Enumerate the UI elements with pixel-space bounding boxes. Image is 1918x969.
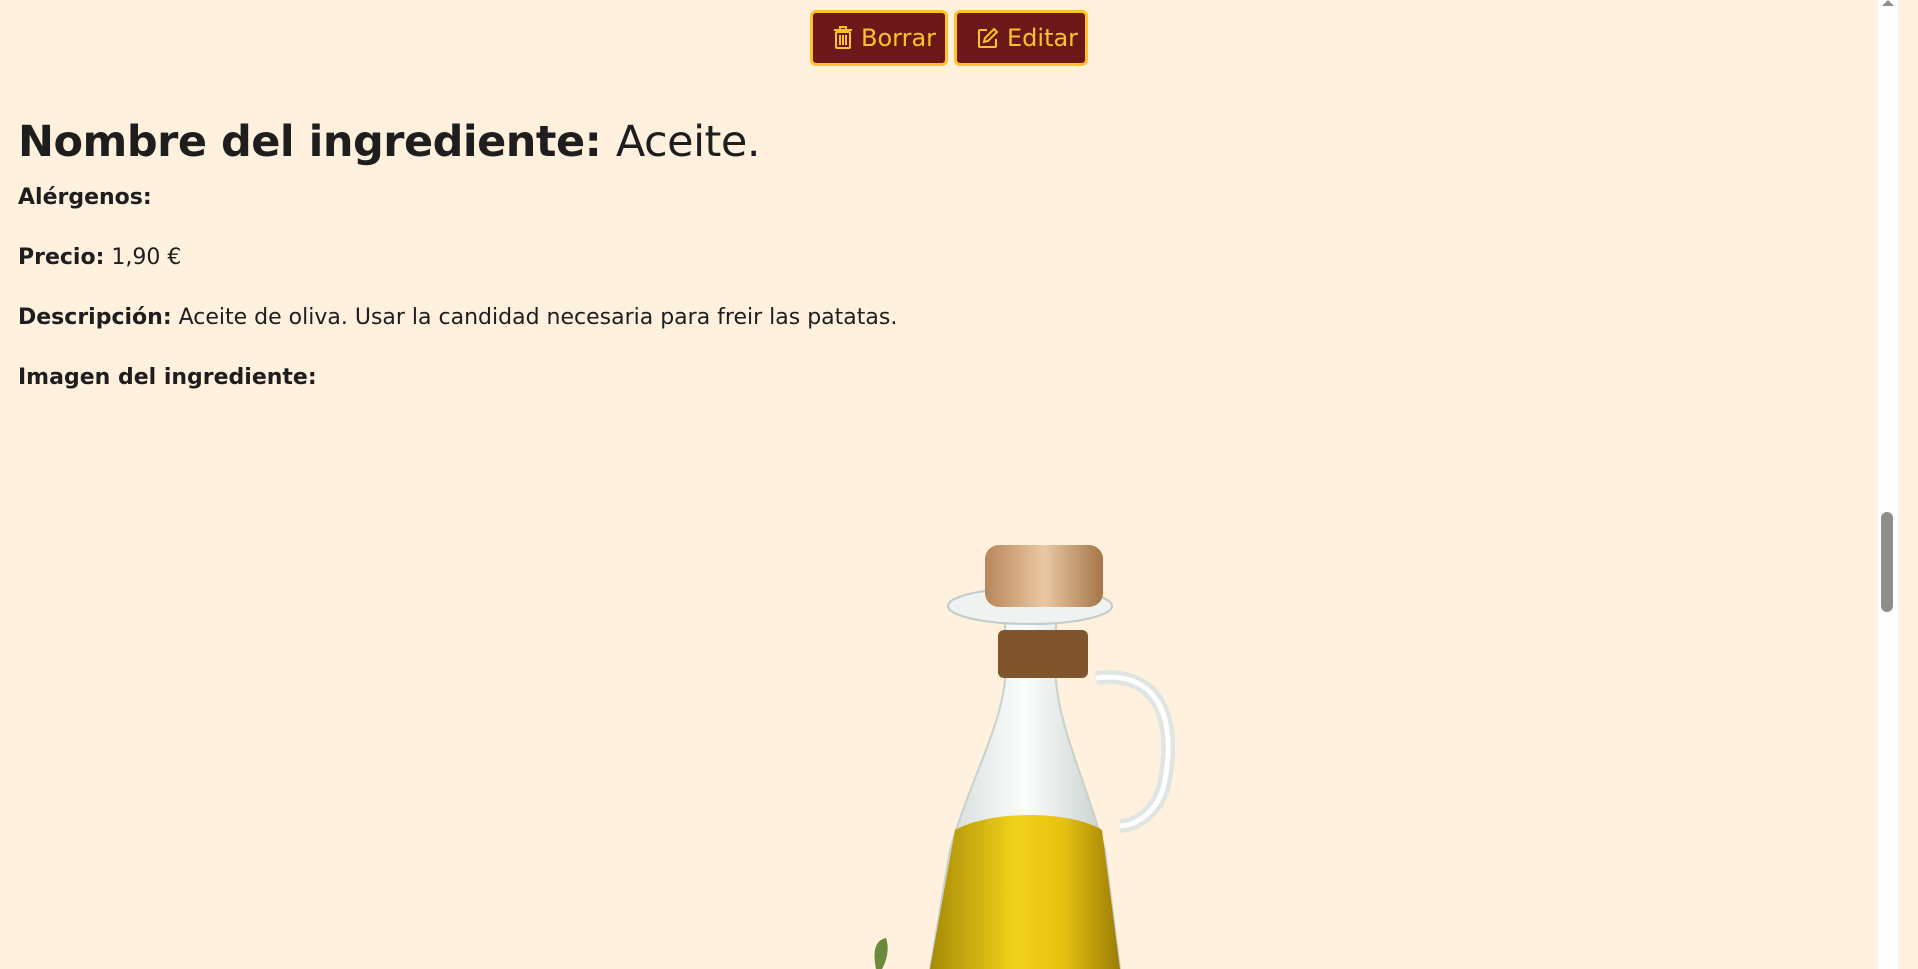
- action-bar: Borrar Editar: [0, 10, 1898, 66]
- trash-icon: [833, 26, 853, 50]
- price-value: 1,90 €: [111, 245, 182, 270]
- vertical-scrollbar[interactable]: [1878, 0, 1898, 969]
- description-field: Descripción: Aceite de oliva. Usar la ca…: [18, 303, 897, 333]
- edit-button-label: Editar: [1007, 24, 1079, 52]
- image-label: Imagen del ingrediente:: [18, 365, 317, 390]
- scroll-up-arrow-icon[interactable]: [1882, 0, 1894, 6]
- price-field: Precio: 1,90 €: [18, 243, 181, 273]
- price-label: Precio:: [18, 245, 105, 270]
- allergens-field: Alérgenos:: [18, 183, 152, 213]
- edit-icon: [977, 27, 999, 49]
- image-field: Imagen del ingrediente:: [18, 363, 317, 393]
- description-value: Aceite de oliva. Usar la candidad necesa…: [178, 305, 898, 330]
- allergens-label: Alérgenos:: [18, 185, 152, 210]
- edit-button[interactable]: Editar: [954, 10, 1088, 66]
- ingredient-name-value: Aceite.: [615, 117, 761, 167]
- ingredient-name-heading: Nombre del ingrediente: Aceite.: [18, 112, 1218, 172]
- delete-button[interactable]: Borrar: [810, 10, 948, 66]
- ingredient-details: Nombre del ingrediente: Aceite. Alérgeno…: [18, 112, 1218, 390]
- scrollbar-thumb[interactable]: [1881, 512, 1893, 612]
- delete-button-label: Borrar: [861, 24, 937, 52]
- ingredient-detail-page: Borrar Editar Nombre del ingrediente: Ac…: [0, 0, 1898, 969]
- ingredient-image: [820, 530, 1220, 969]
- olive-oil-bottle-image: [874, 545, 1176, 969]
- description-label: Descripción:: [18, 305, 172, 330]
- ingredient-name-label: Nombre del ingrediente:: [18, 117, 602, 167]
